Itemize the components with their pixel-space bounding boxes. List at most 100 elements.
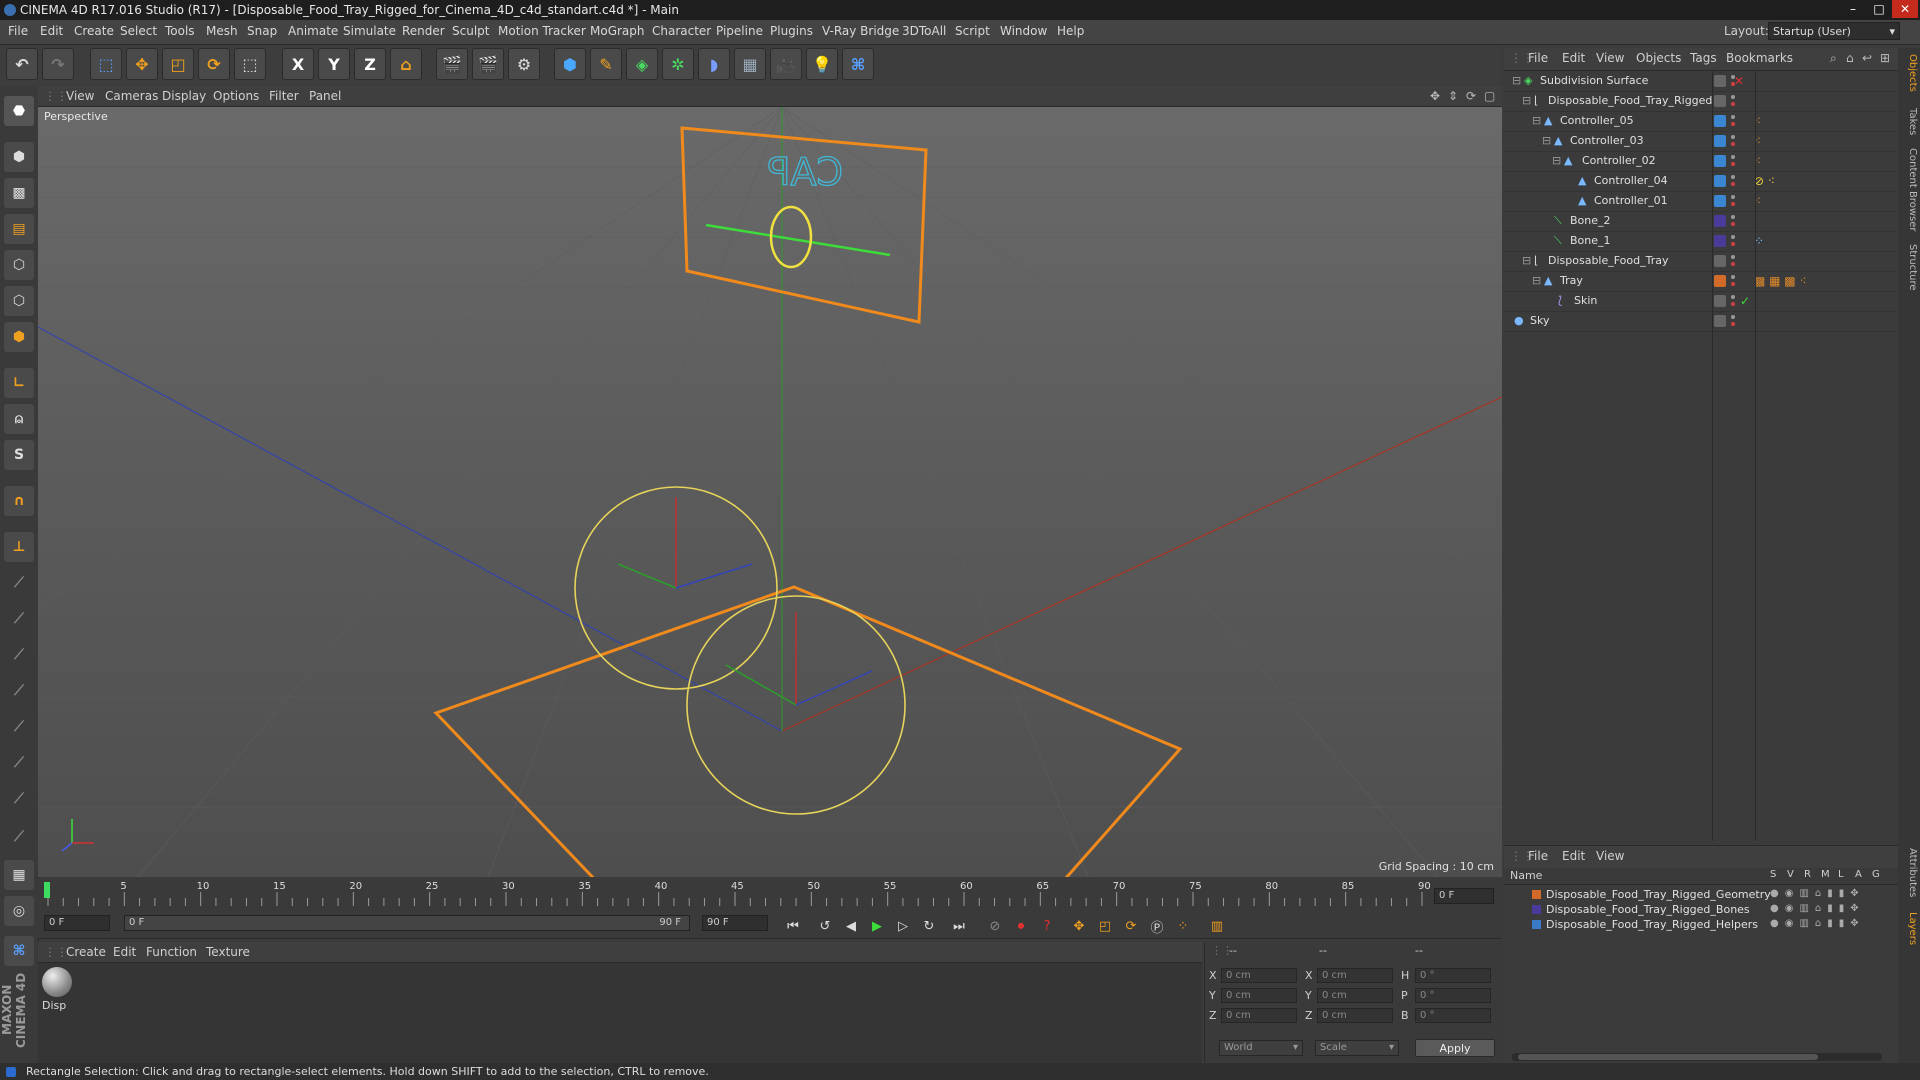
polygons-mode-button[interactable]: ⬢ [4,322,34,352]
rotation-h-field[interactable]: 0 ° [1415,968,1491,983]
menu-plugins[interactable]: Plugins [770,24,813,38]
ik-tool-button[interactable]: ⟋ [4,568,34,598]
material-menu-function[interactable]: Function [146,945,197,959]
align-tool-button[interactable]: ⟋ [4,748,34,778]
menu-snap[interactable]: Snap [247,24,277,38]
live-selection-button[interactable]: ⬚ [90,48,122,80]
keyframe-selection-button[interactable]: ? [1036,916,1058,936]
rotation-b-field[interactable]: 0 ° [1415,1008,1491,1023]
layer-row[interactable]: Disposable_Food_Tray_Rigged_Geometry ●◉▥… [1504,887,1898,902]
viewport-maximize-icon[interactable]: ▢ [1484,89,1495,103]
object-row[interactable]: ● Sky [1504,311,1896,332]
visibility-dots[interactable] [1730,193,1736,209]
pen-spline-button[interactable]: ✎ [590,48,622,80]
material-tags-icon[interactable]: ▩ ▦ ▩ ⁖ [1754,274,1807,288]
viewport-menu-cameras[interactable]: Cameras [105,89,158,103]
menu-tools[interactable]: Tools [165,24,195,38]
cube-button[interactable]: ⬢ [554,48,586,80]
menu-mesh[interactable]: Mesh [206,24,238,38]
scrollbar-thumb[interactable] [1518,1054,1818,1060]
om-menu-edit[interactable]: Edit [1562,51,1585,65]
menu-animate[interactable]: Animate [288,24,338,38]
camera-button[interactable]: 🎥 [770,48,802,80]
position-x-field[interactable]: 0 cm [1221,968,1297,983]
visibility-dots[interactable] [1730,313,1736,329]
rotate-button[interactable]: ⟳ [198,48,230,80]
viewport-move-icon[interactable]: ✥ [1430,89,1440,103]
render-picture-viewer-button[interactable]: 🎬 [472,48,504,80]
om-menu-objects[interactable]: Objects [1636,51,1681,65]
om-menu-bookmarks[interactable]: Bookmarks [1726,51,1793,65]
lm-menu-edit[interactable]: Edit [1562,849,1585,863]
size-z-field[interactable]: 0 cm [1317,1008,1393,1023]
tweak-mode-button[interactable]: ⍝ [4,404,34,434]
end-frame-field[interactable]: 90 F [702,915,768,931]
menu-motion-tracker[interactable]: Motion Tracker [498,24,586,38]
material-menu-create[interactable]: Create [66,945,106,959]
array-button[interactable]: ✲ [662,48,694,80]
points-mode-button[interactable]: ⬡ [4,250,34,280]
visibility-dots[interactable] [1730,293,1736,309]
timeline-window-button[interactable]: ▥ [1206,916,1228,936]
menu-simulate[interactable]: Simulate [343,24,396,38]
next-frame-button[interactable]: ▷ [892,916,914,936]
material-menu-edit[interactable]: Edit [113,945,136,959]
key-parameter-button[interactable]: Ⓟ [1146,916,1168,936]
coordinate-mode-select[interactable]: World ▾ [1219,1040,1303,1056]
object-row[interactable]: ⟅ Skin ✓ [1504,291,1896,312]
size-y-field[interactable]: 0 cm [1317,988,1393,1003]
menu-pipeline[interactable]: Pipeline [716,24,763,38]
visibility-dots[interactable] [1730,113,1736,129]
layer-horizontal-scrollbar[interactable] [1512,1053,1882,1061]
floor-button[interactable]: ▦ [734,48,766,80]
protection-tag-icon[interactable]: ⊘ ⁖ [1754,174,1775,188]
layer-color-swatch[interactable] [1532,890,1541,899]
object-row[interactable]: ⊟ ▲ Controller_05 ⁖ [1504,111,1896,132]
material-thumbnail[interactable] [42,967,72,997]
maximize-button[interactable]: □ [1866,0,1892,18]
wireframe-lock-button[interactable]: ◎ [4,896,34,926]
layer-row[interactable]: Disposable_Food_Tray_Rigged_Bones ●◉▥⌂▮▮… [1504,902,1898,917]
previous-frame-button[interactable]: ◀ [840,916,862,936]
visibility-dots[interactable] [1730,93,1736,109]
cmotion-tool-button[interactable]: ⟋ [4,822,34,852]
tree-toggle-icon[interactable]: ⊟ [1532,114,1541,127]
object-row[interactable]: ⊟ ⌊ Disposable_Food_Tray_Rigged [1504,91,1896,112]
solo-button[interactable]: S [4,440,34,470]
render-settings-button[interactable]: ⚙ [508,48,540,80]
autokey-button[interactable]: ⏺ [1010,916,1032,936]
python-button[interactable]: ⌘ [842,48,874,80]
layer-flag-icons[interactable]: ●◉▥⌂▮▮✥ [1770,888,1865,899]
next-key-button[interactable]: ↻ [918,916,940,936]
object-row[interactable]: ⊟ ▲ Controller_03 ⁖ [1504,131,1896,152]
om-menu-file[interactable]: File [1528,51,1548,65]
tree-toggle-icon[interactable]: ⊟ [1522,254,1531,267]
tree-toggle-icon[interactable]: ⊟ [1542,134,1551,147]
om-menu-tags[interactable]: Tags [1690,51,1717,65]
make-editable-button[interactable]: ⬣ [4,96,34,126]
axis-x-button[interactable]: X [282,48,314,80]
viewport-menu-display[interactable]: Display [162,89,206,103]
new-view-icon[interactable]: ⊞ [1880,51,1890,65]
viewport-rotate-icon[interactable]: ⟳ [1466,89,1476,103]
lm-menu-view[interactable]: View [1596,849,1624,863]
menu-mograph[interactable]: MoGraph [590,24,645,38]
key-rotation-button[interactable]: ⟳ [1120,916,1142,936]
key-position-button[interactable]: ✥ [1068,916,1090,936]
disabled-x-icon[interactable]: ✕ [1734,74,1744,88]
layout-select[interactable]: Startup (User) ▾ [1768,22,1900,40]
visibility-dots[interactable] [1730,173,1736,189]
axis-z-button[interactable]: Z [354,48,386,80]
layer-color-swatch[interactable] [1532,920,1541,929]
edges-mode-button[interactable]: ⬡ [4,286,34,316]
grid-lock-button[interactable]: ▦ [4,860,34,890]
menu-render[interactable]: Render [402,24,445,38]
texture-mode-button[interactable]: ▩ [4,178,34,208]
subdivision-button[interactable]: ◈ [626,48,658,80]
preview-range-slider[interactable]: 0 F 90 F [124,915,690,931]
start-frame-field[interactable]: 0 F [44,915,110,931]
layer-row[interactable]: Disposable_Food_Tray_Rigged_Helpers ●◉▥⌂… [1504,917,1898,932]
render-view-button[interactable]: 🎬 [436,48,468,80]
side-tab-attributes[interactable]: Attributes [1900,848,1918,897]
goto-end-button[interactable]: ⏭ [948,916,970,936]
